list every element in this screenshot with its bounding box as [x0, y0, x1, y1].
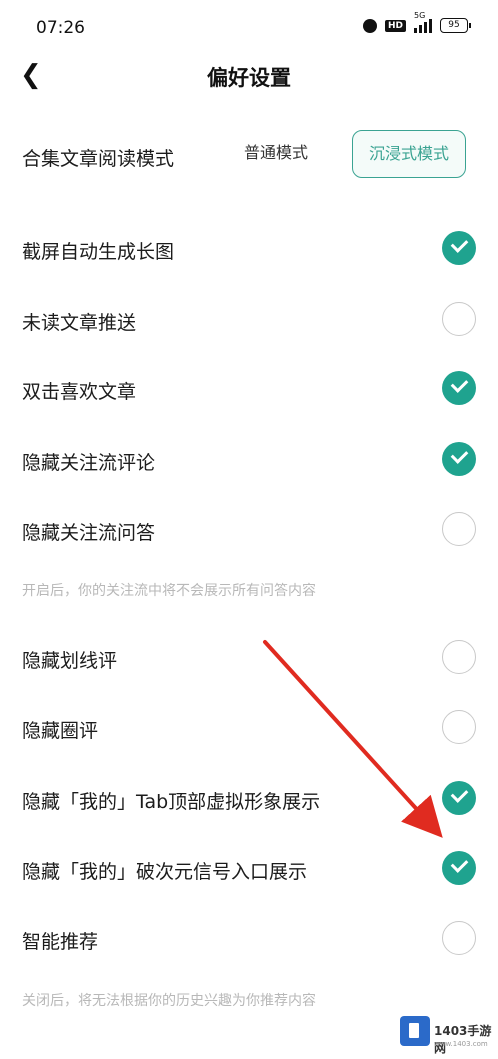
setting-row-hide-dimension-signal[interactable]: 隐藏「我的」破次元信号入口展示 [0, 835, 498, 905]
setting-row-hide-circle-comments[interactable]: 隐藏圈评 [0, 694, 498, 764]
immersive-mode-button[interactable]: 沉浸式模式 [352, 130, 467, 178]
setting-row-unread-push[interactable]: 未读文章推送 [0, 286, 498, 356]
setting-row-hide-follow-comments[interactable]: 隐藏关注流评论 [0, 426, 498, 496]
setting-label: 隐藏关注流问答 [22, 522, 156, 544]
setting-label: 隐藏圈评 [22, 720, 99, 742]
checkbox-checked-icon[interactable] [442, 442, 476, 476]
setting-row-double-tap-like[interactable]: 双击喜欢文章 [0, 355, 498, 425]
setting-label: 隐藏「我的」Tab顶部虚拟形象展示 [22, 791, 321, 813]
watermark: 1403手游网 www.1403.com [398, 1012, 498, 1058]
checkbox-unchecked-icon[interactable] [442, 512, 476, 546]
setting-label: 未读文章推送 [22, 312, 137, 334]
setting-row-hide-avatar[interactable]: 隐藏「我的」Tab顶部虚拟形象展示 [0, 765, 498, 835]
normal-mode-button[interactable]: 普通模式 [228, 130, 324, 176]
battery-level: 95 [448, 20, 460, 30]
checkbox-checked-icon[interactable] [442, 231, 476, 265]
checkbox-unchecked-icon[interactable] [442, 302, 476, 336]
reading-mode-label: 合集文章阅读模式 [22, 148, 175, 170]
setting-row-smart-recommend[interactable]: 智能推荐 [0, 905, 498, 975]
watermark-sub: www.1403.com [434, 1040, 488, 1048]
checkbox-checked-icon[interactable] [442, 851, 476, 885]
reading-mode-row: 合集文章阅读模式 普通模式 沉浸式模式 [0, 130, 498, 182]
checkbox-unchecked-icon[interactable] [442, 710, 476, 744]
hd-icon: HD [384, 19, 406, 32]
setting-label: 隐藏划线评 [22, 650, 118, 672]
setting-label: 隐藏「我的」破次元信号入口展示 [22, 861, 308, 883]
nav-header: ❮ 偏好设置 [0, 50, 498, 102]
battery-icon: 95 [440, 18, 471, 33]
checkbox-checked-icon[interactable] [442, 781, 476, 815]
checkbox-checked-icon[interactable] [442, 371, 476, 405]
status-time: 07:26 [36, 18, 85, 38]
network-type: 5G [414, 10, 426, 20]
checkbox-unchecked-icon[interactable] [442, 921, 476, 955]
alarm-icon [362, 18, 377, 33]
setting-label: 截屏自动生成长图 [22, 241, 175, 263]
watermark-text: 1403手游网 [434, 1024, 492, 1055]
status-icons: HD 5G 95 [362, 11, 471, 33]
setting-label: 智能推荐 [22, 931, 99, 953]
page-title: 偏好设置 [207, 66, 291, 90]
watermark-logo-icon [400, 1016, 430, 1046]
setting-row-hide-follow-qa[interactable]: 隐藏关注流问答 [0, 496, 498, 566]
qa-note: 开启后，你的关注流中将不会展示所有问答内容 [22, 583, 316, 599]
setting-label: 隐藏关注流评论 [22, 452, 156, 474]
setting-row-hide-underline-comments[interactable]: 隐藏划线评 [0, 624, 498, 694]
recommend-note: 关闭后，将无法根据你的历史兴趣为你推荐内容 [22, 993, 316, 1009]
setting-label: 双击喜欢文章 [22, 381, 137, 403]
checkbox-unchecked-icon[interactable] [442, 640, 476, 674]
setting-row-long-screenshot[interactable]: 截屏自动生成长图 [0, 215, 498, 285]
signal-icon: 5G [414, 11, 432, 33]
